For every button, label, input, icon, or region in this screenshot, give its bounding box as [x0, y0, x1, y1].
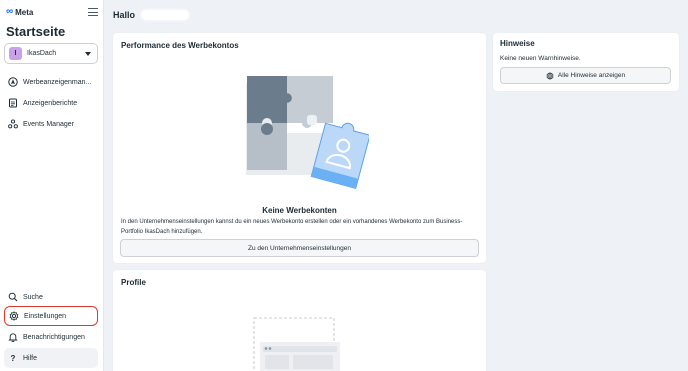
help-icon: ? — [10, 353, 16, 363]
empty-state-text: In den Unternehmenseinstellungen kannst … — [121, 219, 463, 235]
meta-logo[interactable]: ∞ Meta — [6, 7, 33, 17]
sidebar-item-search[interactable]: Suche — [4, 288, 98, 306]
hamburger-menu-icon[interactable] — [88, 7, 98, 17]
meta-infinity-icon: ∞ — [6, 6, 14, 17]
ads-manager-icon — [8, 77, 18, 87]
performance-card-title: Performance des Werbekontos — [121, 41, 239, 50]
sidebar-item-label: Werbeanzeigenman... — [23, 78, 92, 86]
bell-icon — [8, 332, 18, 342]
sidebar-item-ads-manager[interactable]: Werbeanzeigenman... — [4, 73, 98, 91]
sidebar-item-label: Hilfe — [23, 354, 38, 362]
sidebar-item-events-manager[interactable]: Events Manager — [4, 115, 98, 133]
sidebar-item-label: Einstellungen — [24, 312, 67, 320]
page-title: Startseite — [6, 24, 66, 39]
meta-logo-text: Meta — [15, 7, 34, 17]
account-avatar: I — [9, 47, 22, 60]
sidebar-item-label: Suche — [23, 293, 43, 301]
empty-state-title: Keine Werbekonten — [262, 206, 337, 215]
gear-icon — [9, 311, 19, 321]
search-icon — [8, 292, 18, 302]
show-all-hints-button[interactable]: Alle Hinweise anzeigen — [500, 67, 671, 84]
reports-icon — [8, 98, 18, 108]
blurred-user-name — [141, 10, 190, 20]
events-manager-icon — [8, 119, 18, 129]
profile-card: Profile — [113, 270, 486, 371]
gear-icon — [546, 71, 554, 80]
logo-row: ∞ Meta — [6, 6, 98, 18]
hints-card: Hinweise Keine neuen Warnhinweise. Alle … — [493, 33, 679, 91]
sidebar: ∞ Meta Startseite I IkasDach Werbeanzeig… — [0, 0, 104, 371]
business-settings-button[interactable]: Zu den Unternehmenseinstellungen — [120, 239, 479, 257]
greeting-header: Hallo — [113, 10, 190, 20]
performance-card: Performance des Werbekontos Keine Werbek… — [113, 33, 486, 263]
hints-status-text: Keine neuen Warnhinweise. — [500, 55, 581, 62]
greeting-text: Hallo — [113, 10, 136, 20]
sidebar-item-notifications[interactable]: Benachrichtigungen — [4, 328, 98, 346]
puzzle-illustration — [246, 76, 369, 189]
hints-card-title: Hinweise — [500, 39, 535, 48]
caret-down-icon — [85, 51, 91, 56]
sidebar-item-reports[interactable]: Anzeigenberichte — [4, 94, 98, 112]
profile-card-title: Profile — [121, 278, 146, 287]
profile-illustration — [253, 317, 340, 371]
sidebar-item-label: Benachrichtigungen — [23, 333, 85, 341]
sidebar-item-settings[interactable]: Einstellungen — [4, 306, 98, 326]
account-selector[interactable]: I IkasDach — [4, 43, 98, 64]
show-all-hints-label: Alle Hinweise anzeigen — [557, 72, 626, 79]
sidebar-item-label: Anzeigenberichte — [23, 99, 78, 107]
sidebar-item-help[interactable]: ? Hilfe — [4, 348, 98, 368]
sidebar-item-label: Events Manager — [23, 120, 74, 128]
account-name: IkasDach — [27, 50, 57, 57]
